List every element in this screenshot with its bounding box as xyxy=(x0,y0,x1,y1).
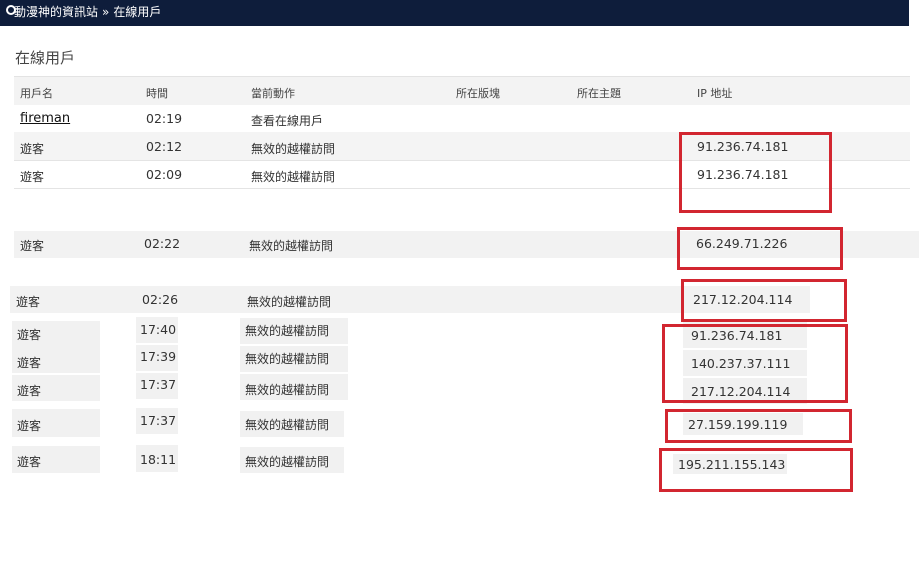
row-time: 02:12 xyxy=(146,139,183,154)
row-user: 遊客 xyxy=(17,455,42,469)
row-time: 17:40 xyxy=(140,322,177,337)
breadcrumb: 動漫神的資訊站 » 在線用戶 xyxy=(6,3,162,20)
row-user: 遊客 xyxy=(17,384,42,398)
row-action: 無效的越權訪問 xyxy=(245,418,330,432)
header-ip: IP 地址 xyxy=(697,87,733,100)
highlight-box xyxy=(679,132,832,213)
row-action: 無效的越權訪問 xyxy=(245,383,330,397)
highlight-box xyxy=(659,448,853,492)
row-action: 無效的越權訪問 xyxy=(245,352,330,366)
header-time: 時間 xyxy=(146,87,168,100)
row-time: 17:39 xyxy=(140,349,177,364)
header-topic: 所在主題 xyxy=(577,87,621,100)
row-action: 無效的越權訪問 xyxy=(247,295,332,309)
row-action: 查看在線用戶 xyxy=(251,114,324,128)
row-user: 遊客 xyxy=(17,356,42,370)
top-nav-bar: 動漫神的資訊站 » 在線用戶 xyxy=(0,0,909,26)
breadcrumb-current: 在線用戶 xyxy=(113,5,162,19)
page-title: 在線用戶 xyxy=(15,49,76,67)
row-time: 02:22 xyxy=(144,236,181,251)
highlight-box xyxy=(677,227,843,270)
row-time: 17:37 xyxy=(140,377,177,392)
row-action: 無效的越權訪問 xyxy=(251,170,336,184)
row-user: 遊客 xyxy=(17,328,42,342)
highlight-box xyxy=(665,409,852,443)
row-time: 02:09 xyxy=(146,167,183,182)
user-link-fireman[interactable]: fireman xyxy=(20,111,70,126)
header-forum: 所在版塊 xyxy=(456,87,500,100)
home-icon[interactable] xyxy=(6,5,16,15)
breadcrumb-separator: » xyxy=(102,5,110,19)
row-user: 遊客 xyxy=(17,419,42,433)
row-action: 無效的越權訪問 xyxy=(245,324,330,338)
row-time: 18:11 xyxy=(140,452,177,467)
row-time: 02:26 xyxy=(142,292,179,307)
row-user: 遊客 xyxy=(16,295,41,309)
highlight-box xyxy=(662,324,848,403)
highlight-box xyxy=(681,279,847,322)
header-user: 用戶名 xyxy=(20,87,53,100)
row-time: 17:37 xyxy=(140,413,177,428)
breadcrumb-site-link[interactable]: 動漫神的資訊站 xyxy=(14,5,98,19)
row-action: 無效的越權訪問 xyxy=(249,239,334,253)
row-time: 02:19 xyxy=(146,111,183,126)
row-user: 遊客 xyxy=(20,239,45,253)
row-user: 遊客 xyxy=(20,170,45,184)
row-user: 遊客 xyxy=(20,142,45,156)
row-action: 無效的越權訪問 xyxy=(251,142,336,156)
header-action: 當前動作 xyxy=(251,87,295,100)
row-action: 無效的越權訪問 xyxy=(245,455,330,469)
